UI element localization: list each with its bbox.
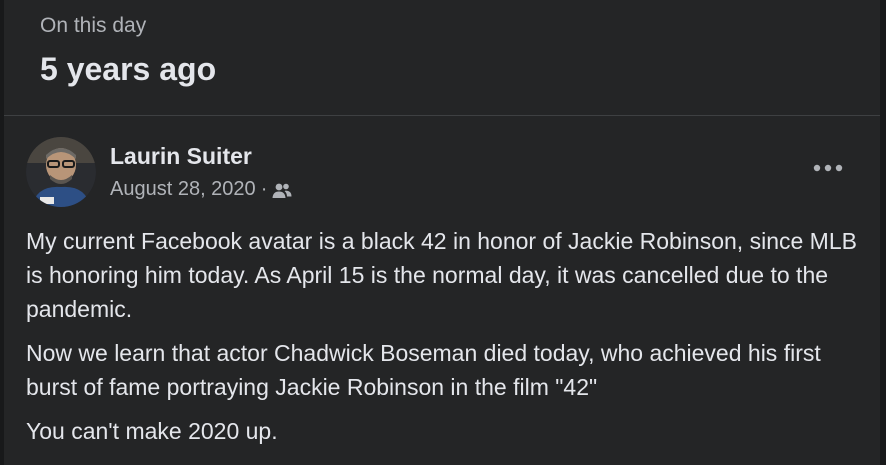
avatar[interactable] <box>26 137 96 207</box>
friends-icon[interactable] <box>272 180 292 198</box>
on-this-day-label: On this day <box>40 14 147 37</box>
more-options-icon <box>813 164 843 172</box>
post-meta: August 28, 2020 · <box>110 175 292 203</box>
post-paragraph: You can't make 2020 up. <box>26 418 278 444</box>
post-paragraph: My current Facebook avatar is a black 42… <box>26 228 857 322</box>
post-date[interactable]: August 28, 2020 <box>110 175 256 203</box>
meta-separator: · <box>260 178 268 200</box>
memory-header: On this day 5 years ago <box>40 12 216 88</box>
divider <box>4 115 880 116</box>
memory-card: On this day 5 years ago Laurin Suiter Au… <box>4 0 880 465</box>
post-body: My current Facebook avatar is a black 42… <box>26 224 866 458</box>
post-paragraph: Now we learn that actor Chadwick Boseman… <box>26 340 821 400</box>
avatar-photo <box>26 137 96 207</box>
more-options-button[interactable] <box>804 150 852 186</box>
years-ago-heading: 5 years ago <box>40 51 217 87</box>
author-name[interactable]: Laurin Suiter <box>110 141 252 171</box>
